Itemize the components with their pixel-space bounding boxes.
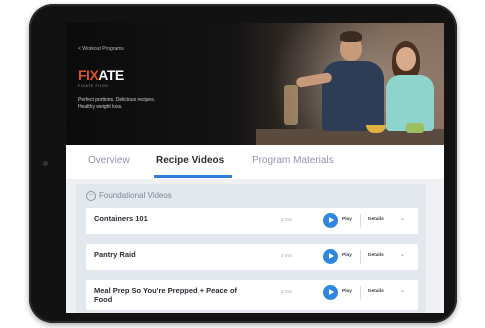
section-title: Foundational Videos <box>99 191 172 200</box>
tab-program-materials[interactable]: Program Materials <box>252 155 334 166</box>
photo-man-body <box>322 61 384 131</box>
play-icon <box>329 253 334 259</box>
photo-blender <box>284 85 298 125</box>
play-button[interactable] <box>323 213 338 228</box>
video-row[interactable]: Pantry Raid 3 min Play Details ⌄ <box>86 244 418 270</box>
chevron-down-icon[interactable]: ⌄ <box>400 251 405 258</box>
tab-recipe-videos[interactable]: Recipe Videos <box>156 155 224 166</box>
details-button[interactable]: Details <box>368 289 384 294</box>
camera-dot <box>43 161 48 166</box>
hero-tagline: Perfect portions. Delicious recipes. Hea… <box>78 97 155 110</box>
photo-man-hair <box>340 31 362 42</box>
play-label[interactable]: Play <box>342 217 352 222</box>
play-button[interactable] <box>323 249 338 264</box>
brand-subtitle: FIXATE FOOD <box>78 84 109 88</box>
play-label[interactable]: Play <box>342 289 352 294</box>
chevron-down-icon[interactable]: ⌄ <box>400 287 405 294</box>
app-screen: < Workout Programs FIXATE FIXATE FOOD Pe… <box>66 23 444 313</box>
row-divider <box>360 250 361 264</box>
foundational-videos-section: − Foundational Videos Containers 101 3 m… <box>76 184 426 313</box>
collapse-toggle-icon[interactable]: − <box>86 191 96 201</box>
row-divider <box>360 286 361 300</box>
video-title: Meal Prep So You're Prepped + Peace of F… <box>94 286 238 304</box>
photo-bowl <box>406 123 424 133</box>
details-button[interactable]: Details <box>368 253 384 258</box>
row-divider <box>360 214 361 228</box>
video-row[interactable]: Meal Prep So You're Prepped + Peace of F… <box>86 280 418 310</box>
video-duration: 3 min <box>281 289 293 294</box>
video-title: Pantry Raid <box>94 250 136 259</box>
play-icon <box>329 217 334 223</box>
hero-banner: < Workout Programs FIXATE FIXATE FOOD Pe… <box>66 23 444 145</box>
back-link[interactable]: < Workout Programs <box>78 46 124 52</box>
photo-woman-head <box>396 47 416 71</box>
play-icon <box>329 289 334 295</box>
hero-photo <box>256 23 444 145</box>
brand-logo: FIXATE <box>78 67 124 83</box>
brand-logo-part1: FIX <box>78 67 99 83</box>
video-title: Containers 101 <box>94 214 148 223</box>
chevron-down-icon[interactable]: ⌄ <box>400 215 405 222</box>
active-tab-indicator <box>154 175 232 178</box>
tab-overview[interactable]: Overview <box>88 155 130 166</box>
play-label[interactable]: Play <box>342 253 352 258</box>
video-duration: 3 min <box>281 253 293 258</box>
brand-logo-part2: ATE <box>98 67 124 83</box>
video-row[interactable]: Containers 101 3 min Play Details ⌄ <box>86 208 418 234</box>
play-button[interactable] <box>323 285 338 300</box>
tab-bar: Overview Recipe Videos Program Materials <box>66 145 444 179</box>
video-duration: 3 min <box>281 217 293 222</box>
details-button[interactable]: Details <box>368 217 384 222</box>
